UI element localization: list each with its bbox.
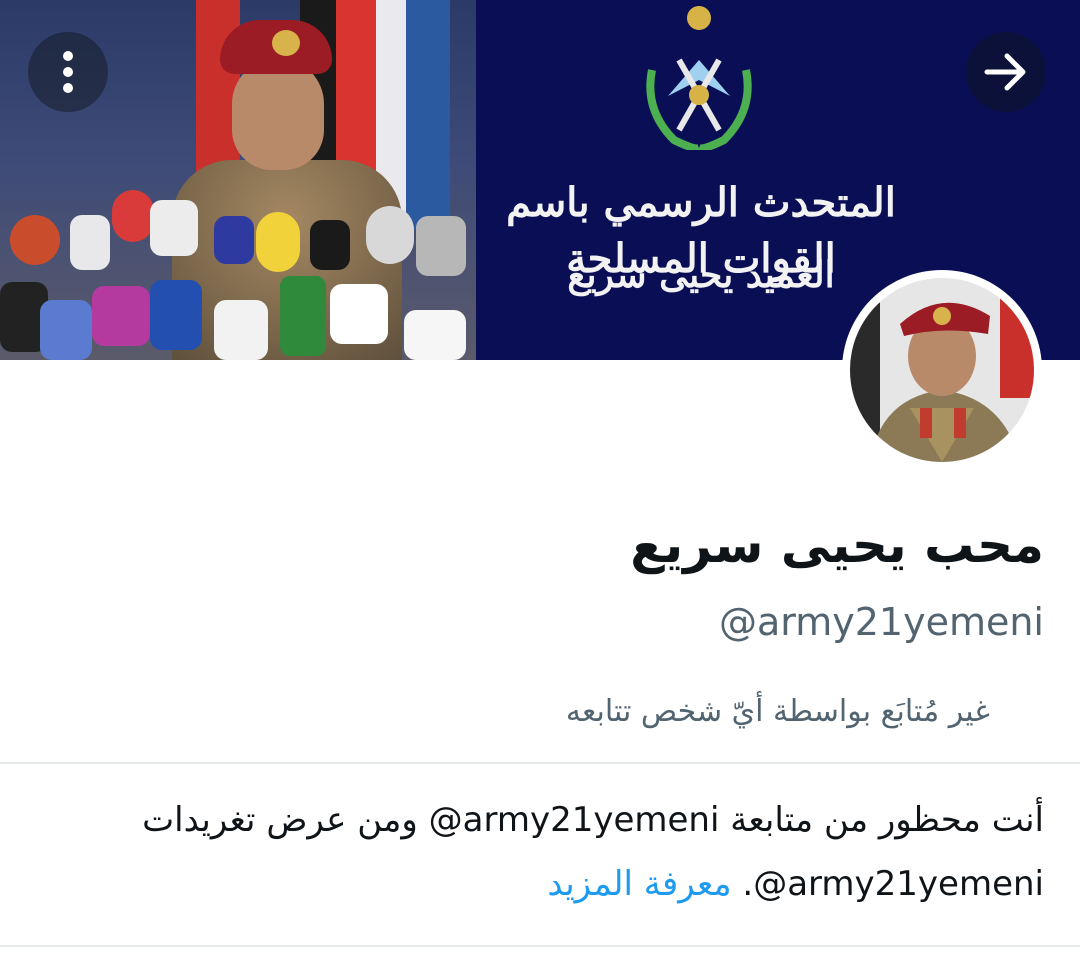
blocked-notice-handle: @army21yemeni xyxy=(428,800,720,840)
microphone xyxy=(280,276,326,356)
microphone xyxy=(256,212,300,272)
microphone xyxy=(10,215,60,265)
blocked-notice-handle-2: @army21yemeni xyxy=(753,864,1044,904)
microphone xyxy=(150,200,198,256)
microphone xyxy=(150,280,202,350)
microphone xyxy=(214,216,254,264)
blocked-notice-suffix: ومن عرض تغريدات xyxy=(142,800,418,840)
banner-subtitle: العميد يحيى سريع xyxy=(567,254,835,296)
blocked-notice-period: . xyxy=(742,864,754,904)
microphone xyxy=(366,206,414,264)
microphone xyxy=(330,284,388,344)
more-vertical-icon xyxy=(63,51,73,93)
microphone xyxy=(404,310,466,360)
arrow-right-icon xyxy=(984,53,1026,91)
microphone xyxy=(310,220,350,270)
blocked-notice-prefix: أنت محظور من متابعة xyxy=(730,800,1044,840)
speaker-face xyxy=(232,58,324,170)
microphone xyxy=(112,190,154,242)
microphone xyxy=(70,215,110,270)
avatar-photo xyxy=(850,278,1034,462)
forward-button[interactable] xyxy=(966,32,1046,112)
profile-display-name: محب يحيى سريع xyxy=(630,516,1044,574)
microphone xyxy=(92,286,150,346)
microphone xyxy=(40,300,92,360)
profile-handle: @army21yemeni xyxy=(718,600,1044,644)
blocked-notice: أنت محظور من متابعة @army21yemeni ومن عر… xyxy=(124,788,1044,916)
learn-more-link[interactable]: معرفة المزيد xyxy=(547,864,731,904)
followers-you-know-status: غير مُتابَع بواسطة أيّ شخص تتابعه xyxy=(565,694,990,729)
divider xyxy=(0,762,1080,764)
armed-forces-emblem-icon xyxy=(646,6,752,150)
microphone xyxy=(416,216,466,276)
microphone xyxy=(214,300,268,360)
beret-badge xyxy=(272,30,300,56)
profile-avatar[interactable] xyxy=(842,270,1042,470)
more-options-button[interactable] xyxy=(28,32,108,112)
flag-decoration xyxy=(406,0,450,230)
divider xyxy=(0,945,1080,947)
avatar-portrait-icon xyxy=(850,278,1034,462)
